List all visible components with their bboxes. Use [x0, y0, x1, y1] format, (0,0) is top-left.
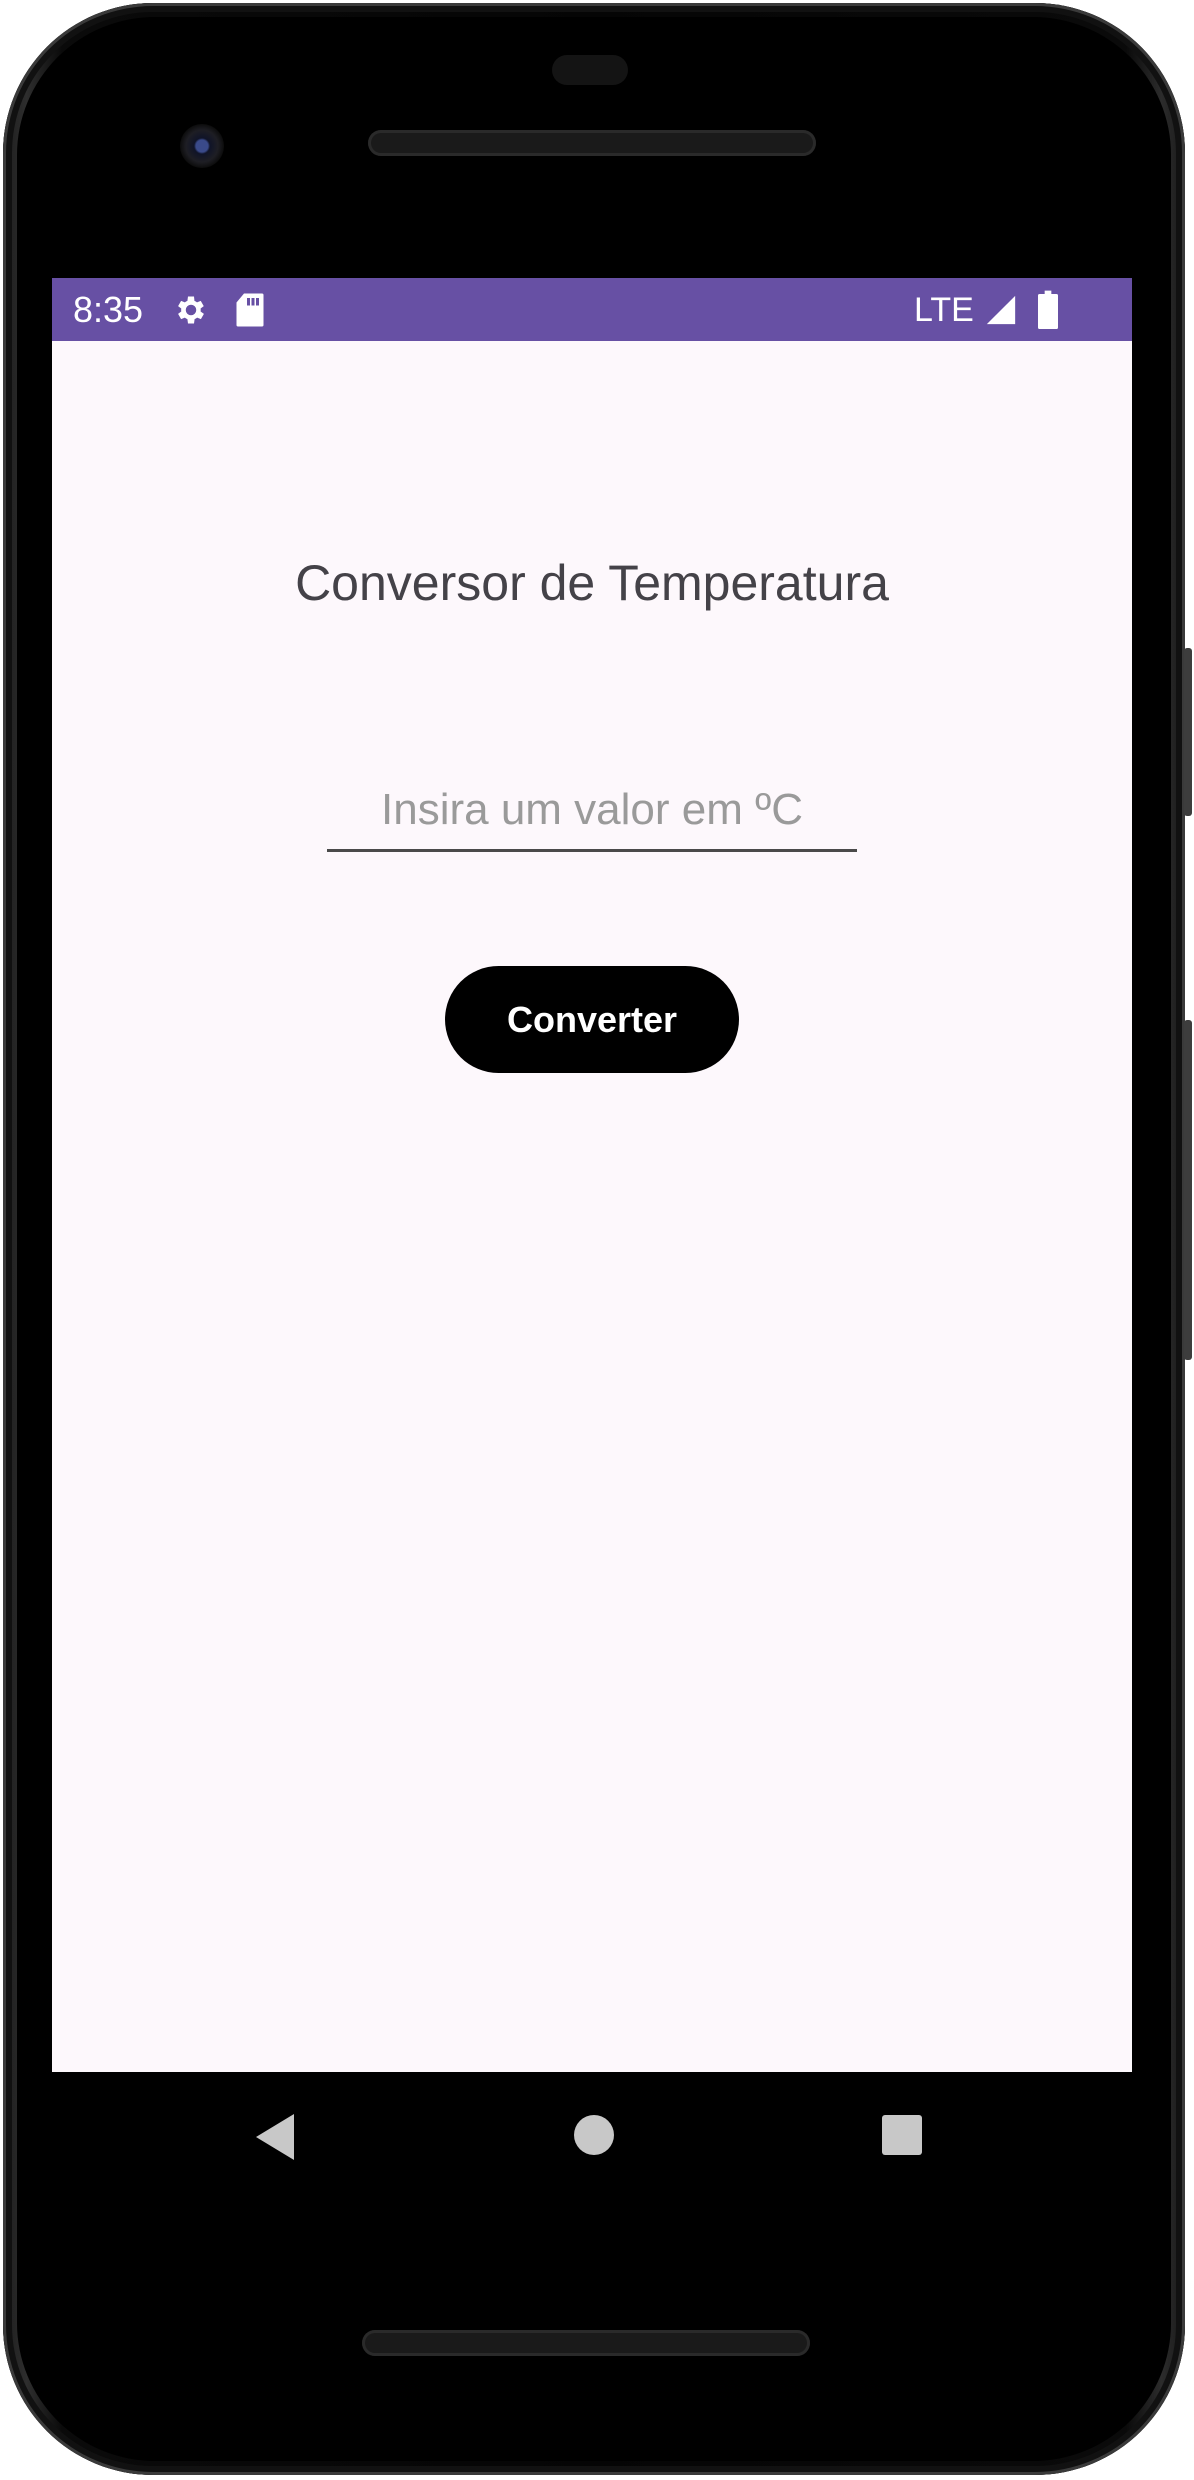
recents-icon[interactable]	[881, 2114, 923, 2161]
power-button	[1184, 648, 1192, 816]
top-speaker	[368, 130, 816, 156]
status-time: 8:35	[73, 289, 144, 330]
sd-card-icon	[235, 292, 265, 333]
home-icon[interactable]	[571, 2112, 617, 2163]
back-icon[interactable]	[252, 2110, 298, 2169]
bottom-speaker	[362, 2330, 810, 2356]
temperature-input[interactable]	[327, 778, 857, 852]
app-screen: 8:35 LTE Conversor de Temperatura Conver…	[52, 278, 1132, 2072]
convert-button[interactable]: Converter	[445, 966, 739, 1073]
status-bar: 8:35 LTE	[52, 278, 1132, 341]
navigation-bar	[52, 2072, 1132, 2202]
gear-icon	[173, 292, 209, 333]
front-camera	[180, 124, 224, 168]
network-type: LTE	[914, 291, 974, 329]
battery-icon	[1037, 289, 1059, 334]
signal-icon	[984, 293, 1018, 332]
page-title: Conversor de Temperatura	[295, 555, 889, 611]
volume-button	[1184, 1020, 1192, 1360]
proximity-sensor	[552, 55, 628, 85]
